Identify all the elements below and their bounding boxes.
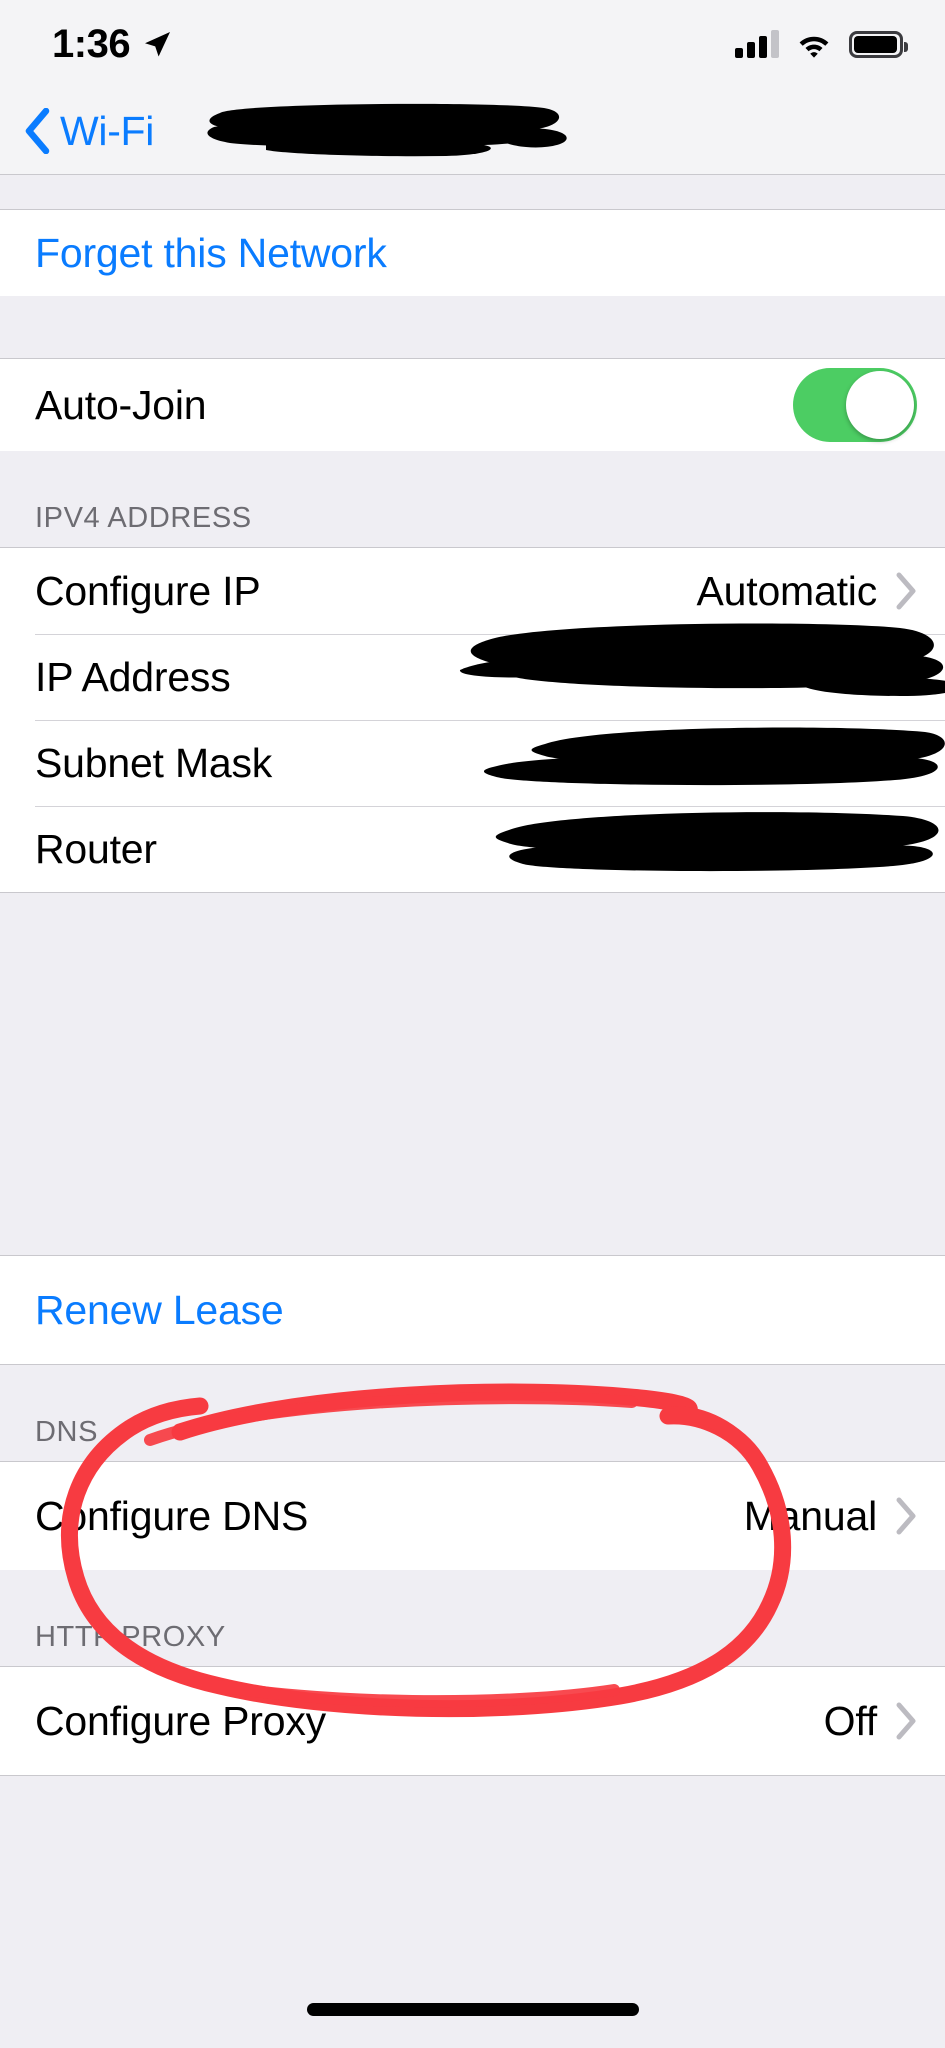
chevron-right-icon bbox=[896, 1497, 916, 1535]
section-header-dns-label: DNS bbox=[35, 1416, 99, 1448]
group-renew-lease: Renew Lease bbox=[0, 1255, 945, 1365]
row-renew-lease[interactable]: Renew Lease bbox=[0, 1256, 945, 1364]
section-header-http-proxy: HTTP PROXY bbox=[0, 1570, 945, 1666]
configure-proxy-value: Off bbox=[823, 1697, 878, 1744]
chevron-left-icon bbox=[25, 108, 50, 154]
router-label: Router bbox=[35, 825, 157, 872]
battery-icon bbox=[849, 30, 908, 58]
chevron-right-icon bbox=[896, 572, 916, 610]
router-redaction bbox=[495, 812, 939, 872]
configure-dns-label: Configure DNS bbox=[35, 1492, 309, 1539]
iphone-screen: 1:36 Wi-Fi Forget this Network Auto-Join… bbox=[0, 0, 945, 2048]
back-button[interactable]: Wi-Fi bbox=[0, 108, 154, 155]
configure-proxy-label: Configure Proxy bbox=[35, 1697, 326, 1744]
auto-join-toggle-knob bbox=[846, 371, 914, 439]
row-router[interactable]: Router bbox=[0, 806, 945, 892]
navigation-bar: Wi-Fi bbox=[0, 88, 945, 174]
group-dns: Configure DNS Manual bbox=[0, 1461, 945, 1571]
configure-dns-value: Manual bbox=[743, 1492, 877, 1539]
gap-2 bbox=[0, 895, 945, 985]
location-arrow-icon bbox=[145, 32, 171, 57]
row-forget-network[interactable]: Forget this Network bbox=[0, 210, 945, 296]
configure-ip-value: Automatic bbox=[696, 567, 878, 614]
configure-dns-right: Manual bbox=[744, 1493, 917, 1540]
network-name-redaction bbox=[207, 103, 567, 157]
configure-ip-label: Configure IP bbox=[35, 567, 261, 614]
wifi-icon bbox=[799, 36, 829, 58]
configure-proxy-right: Off bbox=[824, 1698, 917, 1745]
subnet-mask-label: Subnet Mask bbox=[35, 739, 273, 786]
group-http-proxy: Configure Proxy Off bbox=[0, 1666, 945, 1776]
row-configure-dns[interactable]: Configure DNS Manual bbox=[0, 1462, 945, 1570]
section-header-http-proxy-label: HTTP PROXY bbox=[35, 1621, 226, 1653]
section-header-dns: DNS bbox=[0, 1365, 945, 1461]
subnet-mask-redaction bbox=[483, 727, 945, 786]
section-header-ipv4: IPV4 ADDRESS bbox=[0, 451, 945, 547]
auto-join-toggle[interactable] bbox=[793, 368, 917, 442]
status-bar: 1:36 bbox=[0, 0, 945, 88]
configure-ip-right: Automatic bbox=[697, 568, 918, 615]
gap-top bbox=[0, 175, 945, 209]
cellular-signal-icon bbox=[735, 30, 779, 58]
ip-address-redaction bbox=[459, 623, 945, 696]
row-auto-join[interactable]: Auto-Join bbox=[0, 359, 945, 451]
status-bar-left: 1:36 bbox=[52, 24, 172, 64]
chevron-right-icon bbox=[896, 1702, 916, 1740]
auto-join-label: Auto-Join bbox=[35, 381, 207, 428]
group-forget-network: Forget this Network bbox=[0, 209, 945, 297]
status-bar-right bbox=[735, 30, 908, 58]
back-button-label: Wi-Fi bbox=[60, 107, 155, 154]
home-indicator[interactable] bbox=[306, 2003, 639, 2016]
row-configure-proxy[interactable]: Configure Proxy Off bbox=[0, 1667, 945, 1775]
section-header-ipv4-label: IPV4 ADDRESS bbox=[35, 502, 252, 534]
status-bar-clock: 1:36 bbox=[52, 22, 131, 66]
group-auto-join: Auto-Join bbox=[0, 358, 945, 452]
group-ipv4: Configure IP Automatic IP Address Subnet… bbox=[0, 547, 945, 893]
forget-network-label: Forget this Network bbox=[35, 229, 387, 276]
ip-address-label: IP Address bbox=[35, 653, 231, 700]
renew-lease-label: Renew Lease bbox=[35, 1286, 284, 1333]
